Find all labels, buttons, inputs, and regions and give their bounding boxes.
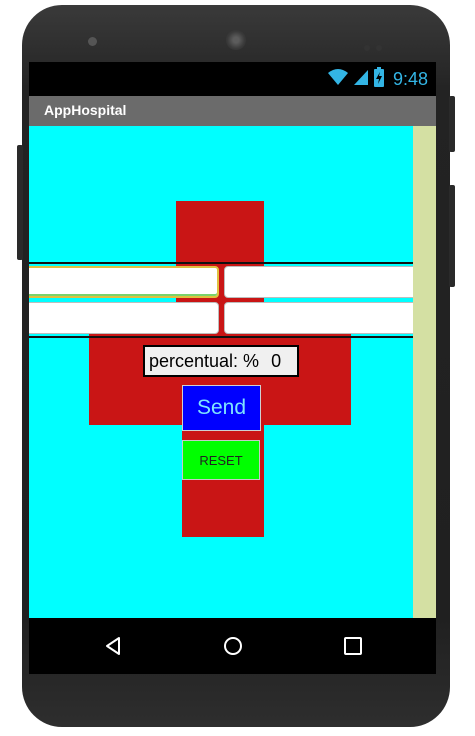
send-button[interactable]: Send: [182, 385, 261, 431]
app-title: AppHospital: [44, 102, 127, 118]
status-bar: 9:48: [29, 62, 436, 96]
text-field-2[interactable]: [224, 266, 413, 298]
cellular-signal-icon: [353, 68, 369, 91]
app-title-bar: AppHospital: [29, 96, 436, 126]
side-button: [449, 185, 455, 287]
battery-icon: [373, 66, 385, 92]
home-icon[interactable]: [219, 632, 247, 660]
back-icon[interactable]: [99, 632, 127, 660]
scrollbar-track[interactable]: [413, 126, 436, 618]
app-content: percentual: % 0 Send RESET: [29, 126, 413, 618]
percent-value: 0: [271, 350, 282, 371]
input-band: [29, 262, 413, 338]
percent-display: percentual: % 0: [143, 345, 299, 377]
text-field-3[interactable]: [29, 302, 219, 334]
navigation-bar: [29, 618, 436, 674]
power-button: [449, 96, 455, 152]
text-field-1[interactable]: [29, 266, 219, 298]
device-screen: 9:48 AppHospital percentual: % 0 Send RE…: [29, 62, 436, 674]
reset-button[interactable]: RESET: [182, 440, 260, 480]
percent-label: percentual: %: [149, 350, 260, 371]
proximity-sensors: [364, 38, 394, 51]
earpiece-speaker: [226, 30, 246, 50]
status-time: 9:48: [392, 68, 428, 89]
status-icons: 9:48: [327, 66, 428, 92]
volume-button: [17, 145, 23, 260]
text-field-4[interactable]: [224, 302, 413, 334]
front-camera: [88, 37, 97, 46]
wifi-icon: [327, 68, 349, 91]
recents-icon[interactable]: [339, 632, 367, 660]
